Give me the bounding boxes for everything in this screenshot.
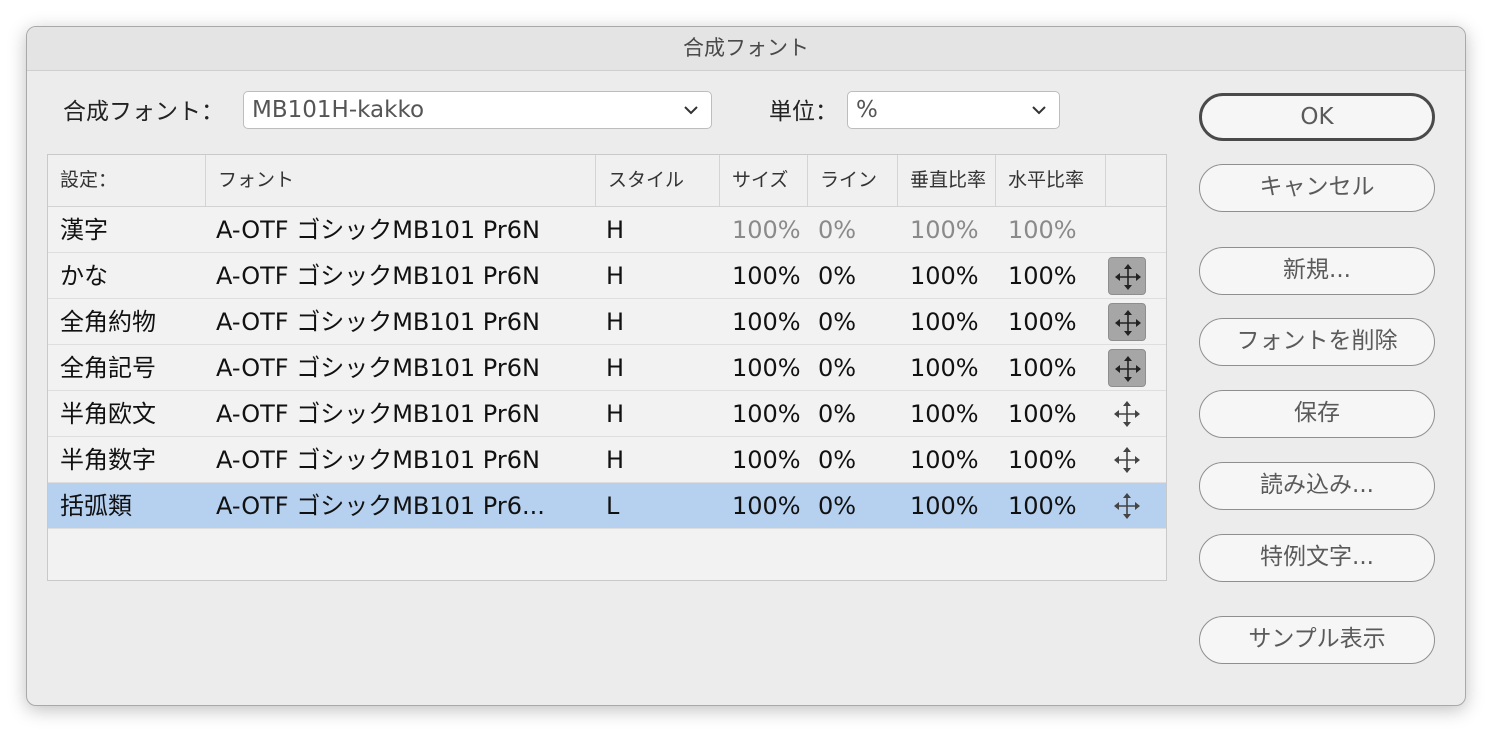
move-arrows-icon <box>1115 264 1141 290</box>
row-font: A-OTF ゴシックMB101 Pr6N <box>216 308 540 336</box>
row-size: 100% <box>732 492 801 520</box>
show-sample-button[interactable]: サンプル表示 <box>1199 616 1435 664</box>
row-horizontal-scale: 100% <box>1008 262 1077 290</box>
move-arrows-icon <box>1115 310 1141 336</box>
row-font: A-OTF ゴシックMB101 Pr6N <box>216 216 540 244</box>
chevron-down-icon <box>684 106 698 115</box>
row-style: H <box>606 446 625 474</box>
table-row[interactable]: かな A-OTF ゴシックMB101 Pr6N H 100% 0% 100% 1… <box>48 253 1166 299</box>
column-header-font[interactable]: フォント <box>206 155 596 206</box>
column-header-setting[interactable]: 設定： <box>48 155 206 206</box>
unit-select[interactable]: % <box>847 91 1060 129</box>
composite-font-value: MB101H-kakko <box>252 97 425 123</box>
row-font: A-OTF ゴシックMB101 Pr6... <box>216 492 545 520</box>
row-line: 0% <box>818 262 857 290</box>
row-style: H <box>606 262 625 290</box>
row-horizontal-scale: 100% <box>1008 400 1077 428</box>
composite-font-select[interactable]: MB101H-kakko <box>243 91 712 129</box>
settings-table: 設定： フォント スタイル サイズ ライン 垂直比率 水平比率 漢字 A-OTF… <box>47 154 1167 581</box>
move-arrows-icon <box>1114 401 1140 427</box>
row-line: 0% <box>818 446 857 474</box>
row-size: 100% <box>732 308 801 336</box>
column-header-horizontal-scale[interactable]: 水平比率 <box>996 155 1106 206</box>
row-size: 100% <box>732 354 801 382</box>
row-style: H <box>606 308 625 336</box>
row-style: H <box>606 354 625 382</box>
row-horizontal-scale: 100% <box>1008 216 1077 244</box>
move-button[interactable] <box>1108 487 1146 525</box>
row-style: H <box>606 400 625 428</box>
row-vertical-scale: 100% <box>910 262 979 290</box>
row-font: A-OTF ゴシックMB101 Pr6N <box>216 400 540 428</box>
table-row[interactable]: 半角数字 A-OTF ゴシックMB101 Pr6N H 100% 0% 100%… <box>48 437 1166 483</box>
row-font: A-OTF ゴシックMB101 Pr6N <box>216 446 540 474</box>
row-line: 0% <box>818 308 857 336</box>
row-horizontal-scale: 100% <box>1008 446 1077 474</box>
row-vertical-scale: 100% <box>910 400 979 428</box>
row-vertical-scale: 100% <box>910 354 979 382</box>
move-arrows-icon <box>1114 447 1140 473</box>
row-setting: 括弧類 <box>60 492 132 520</box>
row-horizontal-scale: 100% <box>1008 354 1077 382</box>
load-button[interactable]: 読み込み... <box>1199 462 1435 510</box>
exception-characters-button[interactable]: 特例文字... <box>1199 534 1435 582</box>
row-vertical-scale: 100% <box>910 216 979 244</box>
row-font: A-OTF ゴシックMB101 Pr6N <box>216 354 540 382</box>
row-size: 100% <box>732 400 801 428</box>
table-row[interactable]: 半角欧文 A-OTF ゴシックMB101 Pr6N H 100% 0% 100%… <box>48 391 1166 437</box>
ok-button[interactable]: OK <box>1199 93 1435 141</box>
cancel-button[interactable]: キャンセル <box>1199 164 1435 212</box>
row-setting: 半角欧文 <box>60 400 156 428</box>
move-button[interactable] <box>1108 303 1146 341</box>
row-style: H <box>606 216 625 244</box>
composite-font-dialog: 合成フォント 合成フォント： MB101H-kakko 単位： % 設定： フォ… <box>26 26 1466 706</box>
column-header-style[interactable]: スタイル <box>596 155 720 206</box>
column-header-size[interactable]: サイズ <box>720 155 808 206</box>
dialog-title: 合成フォント <box>27 27 1465 71</box>
row-setting: 全角約物 <box>60 308 156 336</box>
table-header: 設定： フォント スタイル サイズ ライン 垂直比率 水平比率 <box>48 155 1166 207</box>
move-button[interactable] <box>1108 349 1146 387</box>
row-horizontal-scale: 100% <box>1008 308 1077 336</box>
composite-font-label: 合成フォント： <box>63 99 224 125</box>
row-vertical-scale: 100% <box>910 446 979 474</box>
save-button[interactable]: 保存 <box>1199 390 1435 438</box>
table-row[interactable]: 全角約物 A-OTF ゴシックMB101 Pr6N H 100% 0% 100%… <box>48 299 1166 345</box>
column-header-vertical-scale[interactable]: 垂直比率 <box>898 155 996 206</box>
unit-label: 単位： <box>769 99 838 125</box>
chevron-down-icon <box>1032 106 1046 115</box>
row-size: 100% <box>732 262 801 290</box>
row-vertical-scale: 100% <box>910 308 979 336</box>
delete-font-button[interactable]: フォントを削除 <box>1199 318 1435 366</box>
row-vertical-scale: 100% <box>910 492 979 520</box>
move-button[interactable] <box>1108 441 1146 479</box>
move-button[interactable] <box>1108 257 1146 295</box>
move-button[interactable] <box>1108 395 1146 433</box>
move-arrows-icon <box>1115 356 1141 382</box>
row-size: 100% <box>732 216 801 244</box>
row-style: L <box>606 492 620 520</box>
row-setting: かな <box>60 262 108 290</box>
row-setting: 半角数字 <box>60 446 156 474</box>
unit-value: % <box>856 97 878 123</box>
table-row[interactable]: 漢字 A-OTF ゴシックMB101 Pr6N H 100% 0% 100% 1… <box>48 207 1166 253</box>
row-line: 0% <box>818 492 857 520</box>
row-setting: 漢字 <box>60 216 108 244</box>
column-header-line[interactable]: ライン <box>808 155 898 206</box>
move-arrows-icon <box>1114 493 1140 519</box>
row-line: 0% <box>818 354 857 382</box>
row-setting: 全角記号 <box>60 354 156 382</box>
row-horizontal-scale: 100% <box>1008 492 1077 520</box>
row-line: 0% <box>818 400 857 428</box>
table-row-selected[interactable]: 括弧類 A-OTF ゴシックMB101 Pr6... L 100% 0% 100… <box>48 483 1166 529</box>
row-font: A-OTF ゴシックMB101 Pr6N <box>216 262 540 290</box>
row-size: 100% <box>732 446 801 474</box>
new-button[interactable]: 新規... <box>1199 247 1435 295</box>
row-line: 0% <box>818 216 857 244</box>
table-row[interactable]: 全角記号 A-OTF ゴシックMB101 Pr6N H 100% 0% 100%… <box>48 345 1166 391</box>
